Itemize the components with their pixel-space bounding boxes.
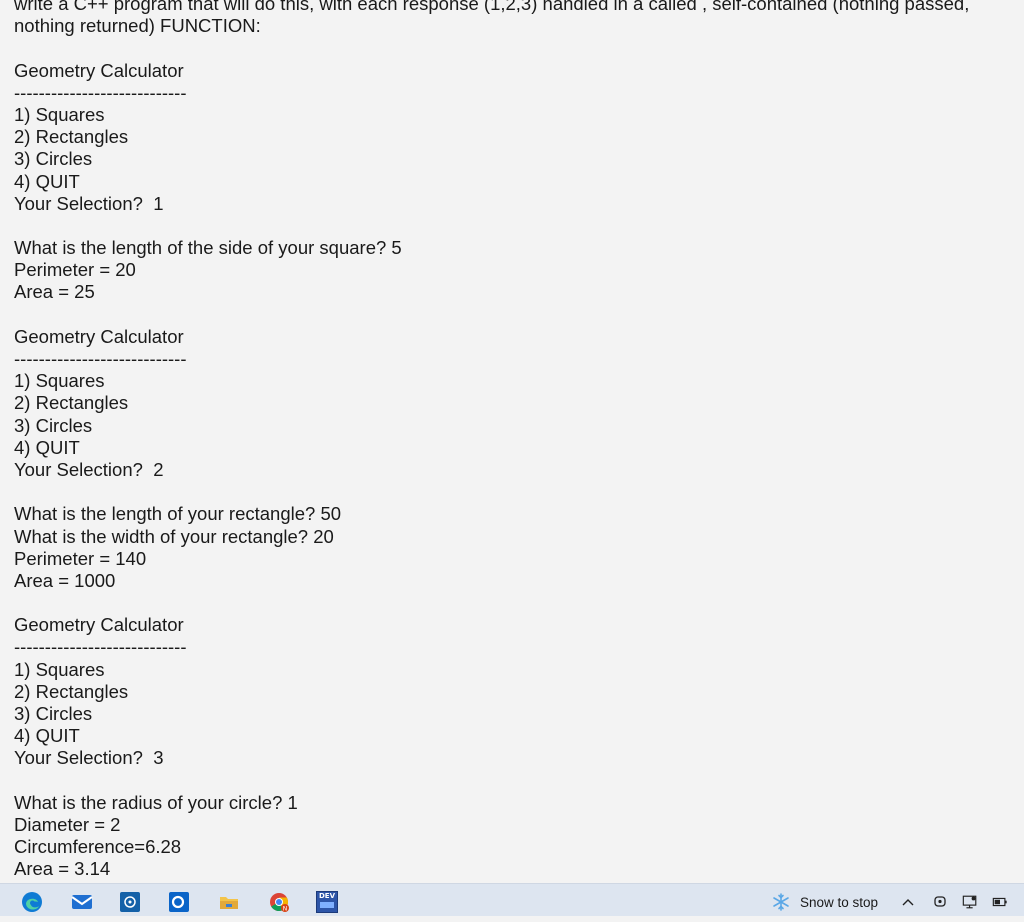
devc-icon[interactable]: DEV bbox=[315, 891, 339, 913]
text-line: 2) Rectangles bbox=[14, 126, 129, 148]
text-line: Diameter = 2 bbox=[14, 813, 121, 835]
text-line: ---------------------------- bbox=[14, 348, 187, 369]
meet-now-icon[interactable] bbox=[932, 894, 948, 910]
taskbar: N DEV Snow to stop bbox=[0, 883, 1024, 916]
text-line: 3) Circles bbox=[14, 414, 93, 436]
app-icon[interactable] bbox=[119, 891, 141, 913]
chevron-up-icon[interactable] bbox=[900, 894, 916, 910]
text-line: What is the radius of your circle? 1 bbox=[14, 791, 298, 813]
text-line: 1) Squares bbox=[14, 370, 105, 392]
text-line: write a C++ program that will do this, w… bbox=[14, 0, 970, 14]
text-line: 4) QUIT bbox=[14, 436, 80, 458]
outlook-icon[interactable] bbox=[168, 891, 190, 913]
text-line: Perimeter = 140 bbox=[14, 547, 147, 569]
text-line: 1) Squares bbox=[14, 658, 105, 680]
text-line: 2) Rectangles bbox=[14, 680, 129, 702]
text-line: Area = 3.14 bbox=[14, 858, 111, 880]
edge-icon[interactable] bbox=[21, 891, 43, 913]
text-line: Geometry Calculator bbox=[14, 614, 184, 636]
devc-label: DEV bbox=[318, 892, 335, 900]
text-line: Perimeter = 20 bbox=[14, 259, 136, 281]
text-line: 2) Rectangles bbox=[14, 392, 129, 414]
text-line: ---------------------------- bbox=[14, 81, 187, 103]
text-line: Area = 25 bbox=[14, 281, 95, 303]
text-line: Area = 1000 bbox=[14, 569, 116, 591]
text-line: 1) Squares bbox=[14, 103, 105, 125]
document-text: write a C++ program that will do this, w… bbox=[14, 0, 1024, 881]
snowflake-icon[interactable] bbox=[770, 891, 792, 913]
network-icon[interactable] bbox=[962, 894, 978, 910]
chrome-icon[interactable]: N bbox=[268, 891, 290, 913]
text-line: 4) QUIT bbox=[14, 725, 80, 747]
mail-icon[interactable] bbox=[71, 891, 93, 913]
text-line: Geometry Calculator bbox=[14, 325, 184, 347]
text-line: Your Selection? 2 bbox=[14, 458, 164, 480]
text-line: 3) Circles bbox=[14, 148, 93, 170]
text-line: Your Selection? 3 bbox=[14, 747, 164, 769]
text-line: What is the length of your rectangle? 50 bbox=[14, 503, 342, 525]
text-line: 3) Circles bbox=[14, 703, 93, 724]
text-line: Geometry Calculator bbox=[14, 59, 184, 81]
text-line: nothing returned) FUNCTION: bbox=[14, 15, 261, 37]
weather-text[interactable]: Snow to stop bbox=[800, 884, 878, 917]
text-line: ---------------------------- bbox=[14, 636, 187, 658]
text-line: 4) QUIT bbox=[14, 170, 80, 192]
battery-icon[interactable] bbox=[992, 894, 1008, 910]
text-line: What is the length of the side of your s… bbox=[14, 237, 402, 259]
text-line: Circumference=6.28 bbox=[14, 836, 182, 858]
svg-text:N: N bbox=[283, 906, 288, 913]
file-explorer-icon[interactable] bbox=[218, 891, 240, 913]
text-line: Your Selection? 1 bbox=[14, 192, 164, 214]
text-line: What is the width of your rectangle? 20 bbox=[14, 525, 334, 547]
